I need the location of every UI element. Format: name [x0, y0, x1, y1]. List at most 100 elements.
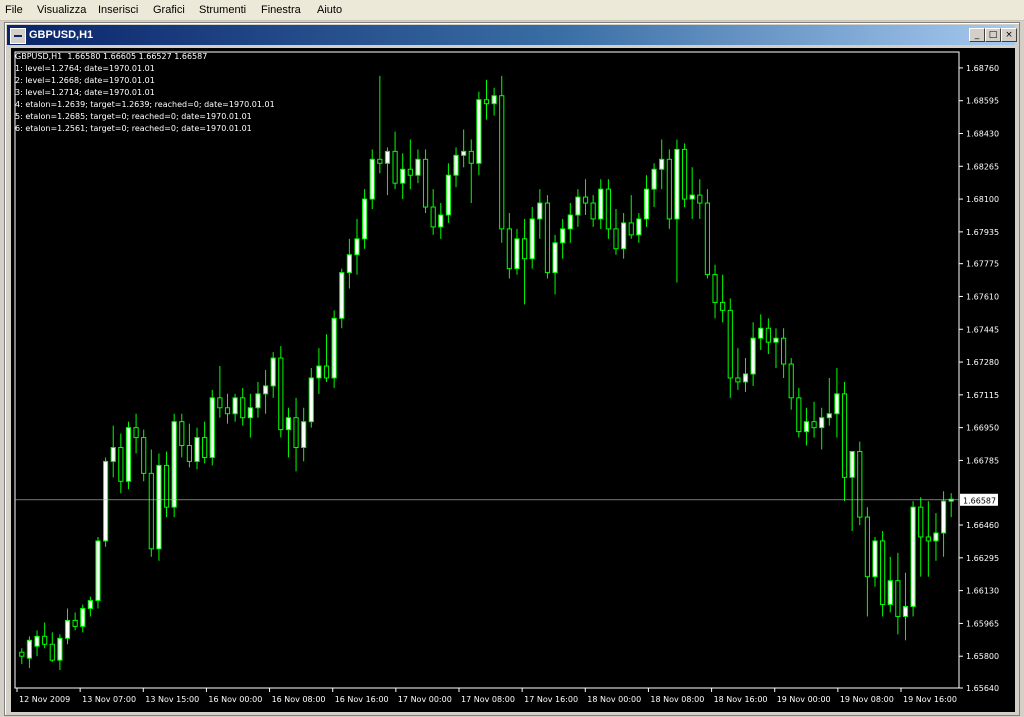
y-tick-label: 1.67115: [966, 391, 999, 400]
window-title: GBPUSD,H1: [29, 29, 94, 41]
candle-body: [323, 365, 330, 379]
candle-body: [567, 214, 573, 230]
candle-body: [499, 95, 505, 230]
menu-bar: File Visualizza Inserisci Grafici Strume…: [0, 0, 1024, 21]
symbol-ohlc-line: GBPUSD,H1 1.66580 1.66605 1.66527 1.6658…: [15, 52, 208, 61]
candle-body: [651, 168, 657, 190]
candle-body: [34, 635, 40, 647]
candle-body: [331, 317, 337, 379]
candle-body: [278, 357, 284, 431]
x-tick-label: 17 Nov 00:00: [398, 695, 452, 704]
candle-body: [506, 228, 512, 270]
candle-body: [857, 450, 863, 518]
y-tick-label: 1.65965: [966, 619, 999, 628]
window-titlebar[interactable]: GBPUSD,H1 _ □ ×: [7, 25, 1017, 45]
candle-body: [826, 413, 832, 419]
candle-body: [163, 464, 170, 508]
menu-grafici[interactable]: Grafici: [153, 3, 185, 17]
candle-body: [560, 228, 566, 244]
candle-body: [285, 417, 292, 431]
y-tick-label: 1.67610: [966, 292, 999, 301]
candle-body: [758, 327, 764, 339]
candle-body: [720, 301, 726, 311]
y-tick-label: 1.68265: [966, 162, 999, 171]
candle-body: [727, 309, 733, 379]
menu-finestra[interactable]: Finestra: [261, 3, 301, 17]
x-tick-label: 19 Nov 00:00: [777, 695, 831, 704]
maximize-button[interactable]: □: [985, 28, 1001, 42]
candle-body: [270, 357, 276, 387]
candle-body: [247, 407, 253, 419]
y-tick-label: 1.66950: [966, 424, 999, 433]
candle-body: [125, 427, 132, 482]
candle-body: [415, 158, 421, 176]
candle-body: [582, 196, 589, 204]
x-tick-label: 18 Nov 08:00: [650, 695, 704, 704]
candle-body: [377, 158, 383, 164]
close-button[interactable]: ×: [1001, 28, 1017, 42]
x-tick-label: 17 Nov 08:00: [461, 695, 515, 704]
candle-body: [529, 218, 535, 260]
candle-body: [354, 238, 360, 256]
candle-body: [925, 536, 931, 542]
chart-canvas[interactable]: 1.66587 1.68760 1.68595 1.68430 1.68265 1.68…: [11, 48, 1015, 712]
candle-body: [301, 421, 307, 449]
candle-body: [735, 377, 741, 383]
y-tick-label: 1.65800: [966, 652, 999, 661]
candle-body: [171, 421, 177, 508]
candle-body: [80, 608, 86, 627]
y-tick-label: 1.67935: [966, 228, 999, 237]
candle-body: [461, 150, 467, 156]
x-tick-label: 16 Nov 00:00: [208, 695, 262, 704]
menu-inserisci[interactable]: Inserisci: [98, 3, 138, 17]
candle-body: [796, 397, 802, 433]
candle-body: [202, 437, 208, 458]
x-tick-label: 16 Nov 16:00: [335, 695, 389, 704]
candle-body: [141, 437, 147, 474]
y-tick-label: 1.68760: [966, 64, 999, 73]
candle-body: [346, 254, 352, 274]
menu-file[interactable]: File: [5, 3, 23, 17]
candle-body: [681, 148, 688, 200]
candle-body: [316, 365, 322, 379]
candle-body: [598, 188, 604, 220]
x-tick-label: 19 Nov 16:00: [903, 695, 957, 704]
candle-body: [895, 580, 901, 617]
candle-body: [552, 242, 558, 274]
candle-body: [483, 99, 490, 105]
menu-visualizza[interactable]: Visualizza: [37, 3, 86, 17]
candle-body: [521, 238, 528, 260]
candle-body: [674, 148, 680, 220]
chart-window-icon[interactable]: [10, 28, 26, 44]
candle-body: [224, 407, 231, 415]
menu-aiuto[interactable]: Aiuto: [317, 3, 342, 17]
candle-body: [933, 532, 939, 542]
candle-body: [628, 222, 634, 236]
menu-strumenti[interactable]: Strumenti: [199, 3, 246, 17]
y-tick-label: 1.65640: [966, 684, 999, 693]
candlestick-chart[interactable]: 1.66587 1.68760 1.68595 1.68430 1.68265 1.68…: [11, 48, 1015, 712]
candle-body: [118, 447, 124, 482]
candle-body: [255, 393, 261, 409]
candle-body: [148, 472, 154, 550]
candle-body: [666, 158, 672, 220]
indicator-line-6: 6: etalon=1.2561; target=0; reached=0; d…: [15, 124, 252, 133]
candle-body: [788, 363, 794, 399]
minimize-button[interactable]: _: [969, 28, 985, 42]
candle-body: [659, 158, 665, 170]
y-tick-label: 1.66295: [966, 554, 999, 563]
candle-body: [19, 651, 25, 657]
candle-body: [95, 540, 101, 602]
candle-body: [643, 188, 650, 220]
candle-body: [613, 228, 619, 250]
candle-body: [491, 95, 497, 105]
candle-body: [819, 417, 825, 429]
candle-body: [430, 206, 436, 228]
x-tick-label: 13 Nov 07:00: [82, 695, 136, 704]
indicator-line-4: 4: etalon=1.2639; target=1.2639; reached…: [15, 100, 275, 109]
candle-body: [156, 464, 162, 550]
candle-body: [110, 447, 116, 462]
candle-body: [712, 274, 718, 303]
candle-body: [49, 643, 55, 661]
candle-body: [742, 373, 749, 383]
